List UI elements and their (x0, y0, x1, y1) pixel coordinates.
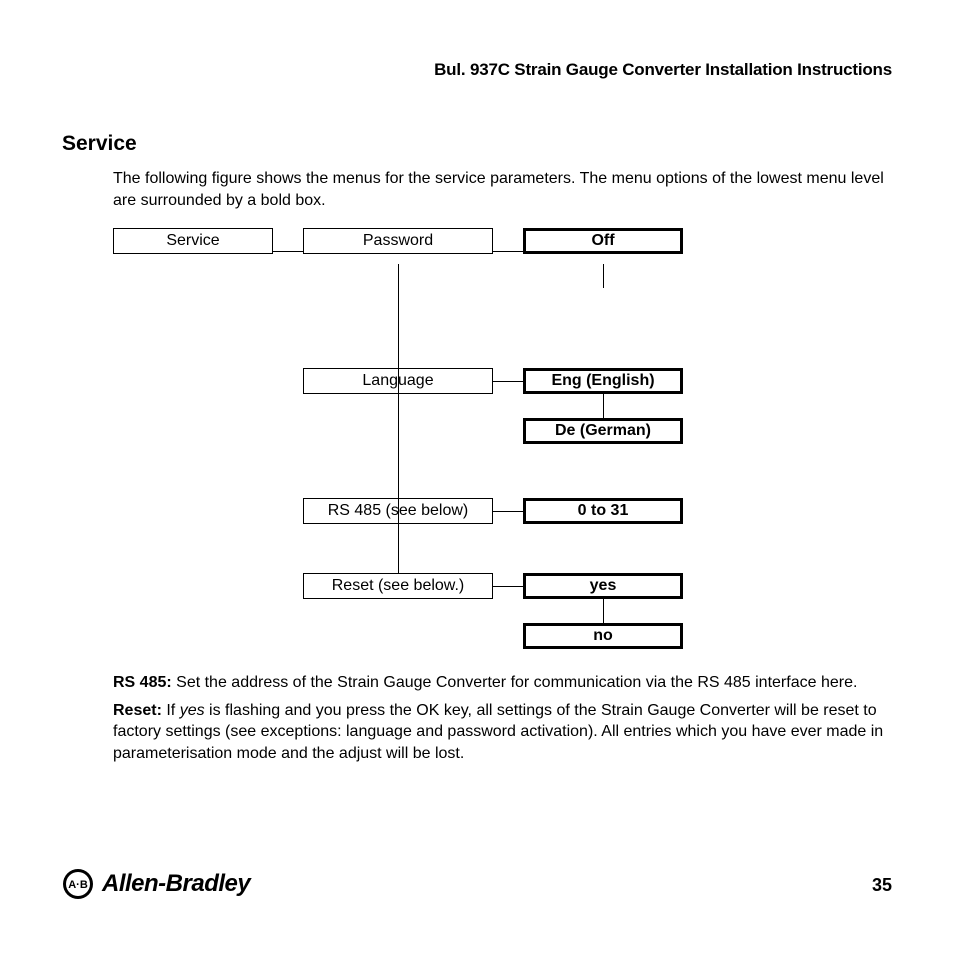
notes-block: RS 485: Set the address of the Strain Ga… (113, 672, 892, 770)
menu-service: Service (113, 228, 273, 254)
page-number: 35 (872, 875, 892, 896)
note-reset: Reset: If yes is flashing and you press … (113, 700, 892, 765)
note-reset-yes: yes (180, 702, 205, 719)
note-reset-suffix: is flashing and you press the OK key, al… (113, 702, 883, 762)
section-title: Service (62, 132, 137, 156)
connector (603, 264, 604, 288)
intro-text: The following figure shows the menus for… (113, 168, 892, 211)
note-rs485-text: Set the address of the Strain Gauge Conv… (172, 674, 858, 691)
menu-reset: Reset (see below.) (303, 573, 493, 599)
option-password-off: Off (523, 228, 683, 254)
option-rs485-range: 0 to 31 (523, 498, 683, 524)
connector (273, 251, 303, 252)
brand-name: Allen-Bradley (102, 870, 250, 898)
menu-tree-diagram: Service Password On Off Language Eng (En… (113, 228, 713, 658)
allen-bradley-logo-icon: A·B (62, 868, 94, 900)
connector (603, 599, 604, 623)
connector (603, 394, 604, 418)
option-reset-yes: yes (523, 573, 683, 599)
menu-password: Password (303, 228, 493, 254)
doc-header: Bul. 937C Strain Gauge Converter Install… (434, 60, 892, 80)
connector (493, 251, 523, 252)
note-reset-prefix: If (162, 702, 180, 719)
svg-text:A·B: A·B (68, 879, 88, 891)
connector (493, 511, 523, 512)
connector (398, 264, 399, 573)
option-reset-no: no (523, 623, 683, 649)
connector (493, 381, 523, 382)
footer: A·B Allen-Bradley 35 (62, 864, 892, 900)
note-reset-label: Reset: (113, 702, 162, 719)
option-language-eng: Eng (English) (523, 368, 683, 394)
note-rs485-label: RS 485: (113, 674, 172, 691)
brand: A·B Allen-Bradley (62, 868, 250, 900)
option-language-de: De (German) (523, 418, 683, 444)
connector (493, 586, 523, 587)
note-rs485: RS 485: Set the address of the Strain Ga… (113, 672, 892, 694)
